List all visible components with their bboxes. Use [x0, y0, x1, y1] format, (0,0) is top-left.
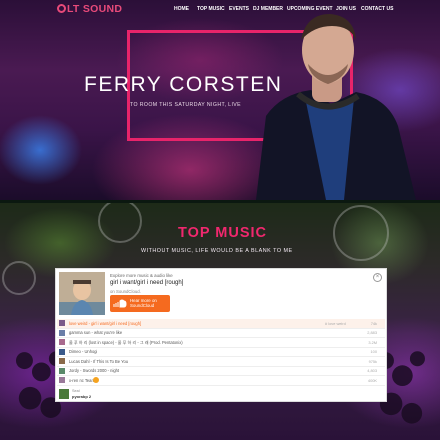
widget-track-title[interactable]: girl i want/girl i need [rough] — [110, 280, 183, 286]
track-title: 울 푸 하 리 (lost in space) - 울 푸 하 리 - 그 래 … — [69, 339, 183, 345]
nav-item-top-music[interactable]: TOP MUSIC — [197, 6, 225, 12]
footer-user-label: Seal — [72, 389, 80, 393]
track-title: Lucas Dahl - If This Is To Be You — [69, 358, 129, 364]
track-plays: 4,803 — [367, 368, 377, 373]
widget-footer[interactable]: Seal pyorabp 2 — [57, 388, 385, 401]
track-list: love weird - girl i want/girl i need [ro… — [57, 319, 385, 386]
top-nav: LT SOUND HOME TOP MUSIC EVENTS DJ MEMBER… — [0, 0, 440, 18]
nav-item-contact-us[interactable]: CONTACT US — [361, 6, 393, 12]
nav-item-upcoming-event[interactable]: UPCOMING EVENT — [287, 6, 333, 12]
track-thumb — [59, 339, 65, 345]
soundcloud-icon — [113, 299, 127, 308]
track-row[interactable]: 울 푸 하 리 (lost in space) - 울 푸 하 리 - 그 래 … — [57, 338, 385, 348]
track-thumb — [59, 358, 65, 364]
dj-photo — [256, 14, 416, 200]
top-music-title: TOP MUSIC — [178, 225, 268, 241]
track-thumb — [59, 320, 65, 326]
film-reel-right — [333, 205, 389, 261]
track-row[interactable]: gamma sun - what you're like 2,883 — [57, 329, 385, 338]
track-plays: 975k — [368, 358, 377, 364]
star-badge-icon — [93, 376, 99, 383]
track-row[interactable]: Lucas Dahl - If This Is To Be You 975k — [57, 357, 385, 367]
track-title: Jordy - Swords 2000 - night — [69, 368, 120, 373]
track-thumb — [59, 348, 65, 355]
hero-subtitle: TO ROOM THIS SATURDAY NIGHT, LIVE — [130, 102, 242, 108]
track-plays: 100 — [370, 349, 378, 354]
track-title: love weird - girl i want/girl i need [ro… — [69, 320, 142, 326]
track-plays: 400K — [367, 377, 377, 383]
film-reel-small — [2, 261, 36, 295]
track-plays: 3.2M — [368, 339, 377, 345]
main-menu: HOME TOP MUSIC EVENTS DJ MEMBER UPCOMING… — [0, 6, 440, 16]
nav-item-dj-member[interactable]: DJ MEMBER — [253, 6, 283, 12]
track-row[interactable]: Dimeo - Unhogi 100 — [57, 348, 385, 357]
track-plays: 74k — [370, 320, 377, 326]
track-tag: # love weird — [325, 320, 346, 326]
track-thumb — [59, 329, 65, 336]
avatar[interactable] — [59, 389, 69, 399]
track-row[interactable]: Jordy - Swords 2000 - night 4,803 — [57, 367, 385, 376]
widget-explore-text: Explore more music & audio like — [110, 273, 173, 278]
film-reel-left — [98, 203, 142, 243]
track-plays: 2,883 — [367, 330, 377, 335]
footer-user-name: pyorabp 2 — [72, 394, 92, 399]
hear-more-button[interactable]: Hear more on SoundCloud — [110, 295, 170, 312]
track-row[interactable]: love weird - girl i want/girl i need [ro… — [57, 319, 385, 329]
track-artwork[interactable] — [59, 272, 105, 315]
hero-section: LT SOUND HOME TOP MUSIC EVENTS DJ MEMBER… — [0, 0, 440, 200]
nav-item-join-us[interactable]: JOIN US — [336, 6, 356, 12]
hear-more-label: Hear more on SoundCloud — [130, 298, 157, 308]
widget-on-soundcloud: on SoundCloud. — [110, 289, 141, 294]
track-thumb — [59, 377, 65, 383]
nav-item-events[interactable]: EVENTS — [229, 6, 249, 12]
nav-item-home[interactable]: HOME — [174, 6, 189, 12]
close-icon[interactable]: × — [373, 273, 382, 282]
top-music-subtitle: WITHOUT MUSIC, LIFE WOULD BE A BLANK TO … — [141, 248, 293, 254]
track-title: gamma sun - what you're like — [69, 330, 123, 335]
track-title: Dimeo - Unhogi — [69, 349, 98, 354]
soundcloud-widget[interactable]: Explore more music & audio like girl i w… — [55, 268, 387, 402]
hero-title: FERRY CORSTEN — [84, 73, 283, 96]
track-thumb — [59, 367, 65, 374]
track-row[interactable]: x-ren nc Teares 400K — [57, 376, 385, 386]
